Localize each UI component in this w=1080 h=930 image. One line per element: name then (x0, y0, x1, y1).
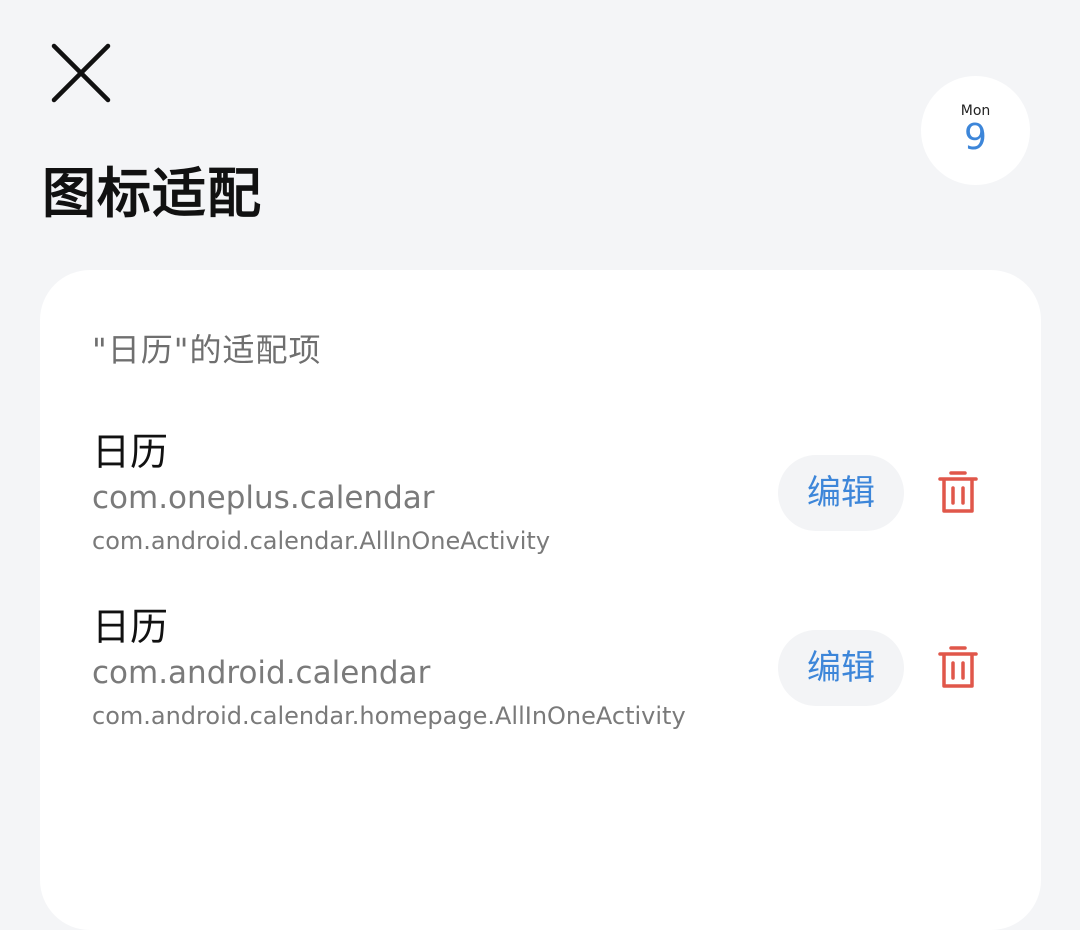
entry-package: com.android.calendar (92, 655, 431, 691)
entry-app-name: 日历 (92, 605, 169, 649)
close-icon (51, 43, 111, 103)
delete-button[interactable] (930, 465, 986, 521)
calendar-icon-day: 9 (964, 116, 987, 158)
delete-button[interactable] (930, 640, 986, 696)
section-title: "日历"的适配项 (92, 331, 322, 369)
entry-activity: com.android.calendar.homepage.AllInOneAc… (92, 702, 686, 730)
edit-button[interactable]: 编辑 (778, 455, 904, 531)
entry-app-name: 日历 (92, 430, 169, 474)
list-item: 日历 com.android.calendar com.android.cale… (92, 605, 992, 745)
edit-button[interactable]: 编辑 (778, 630, 904, 706)
close-button[interactable] (50, 42, 112, 104)
trash-icon (938, 646, 978, 688)
calendar-app-icon: Mon 9 (921, 76, 1030, 185)
adaptation-card: "日历"的适配项 日历 com.oneplus.calendar com.and… (40, 270, 1041, 930)
list-item: 日历 com.oneplus.calendar com.android.cale… (92, 430, 992, 570)
page-title: 图标适配 (42, 162, 262, 225)
entry-activity: com.android.calendar.AllInOneActivity (92, 527, 551, 555)
entry-package: com.oneplus.calendar (92, 480, 435, 516)
trash-icon (938, 471, 978, 513)
